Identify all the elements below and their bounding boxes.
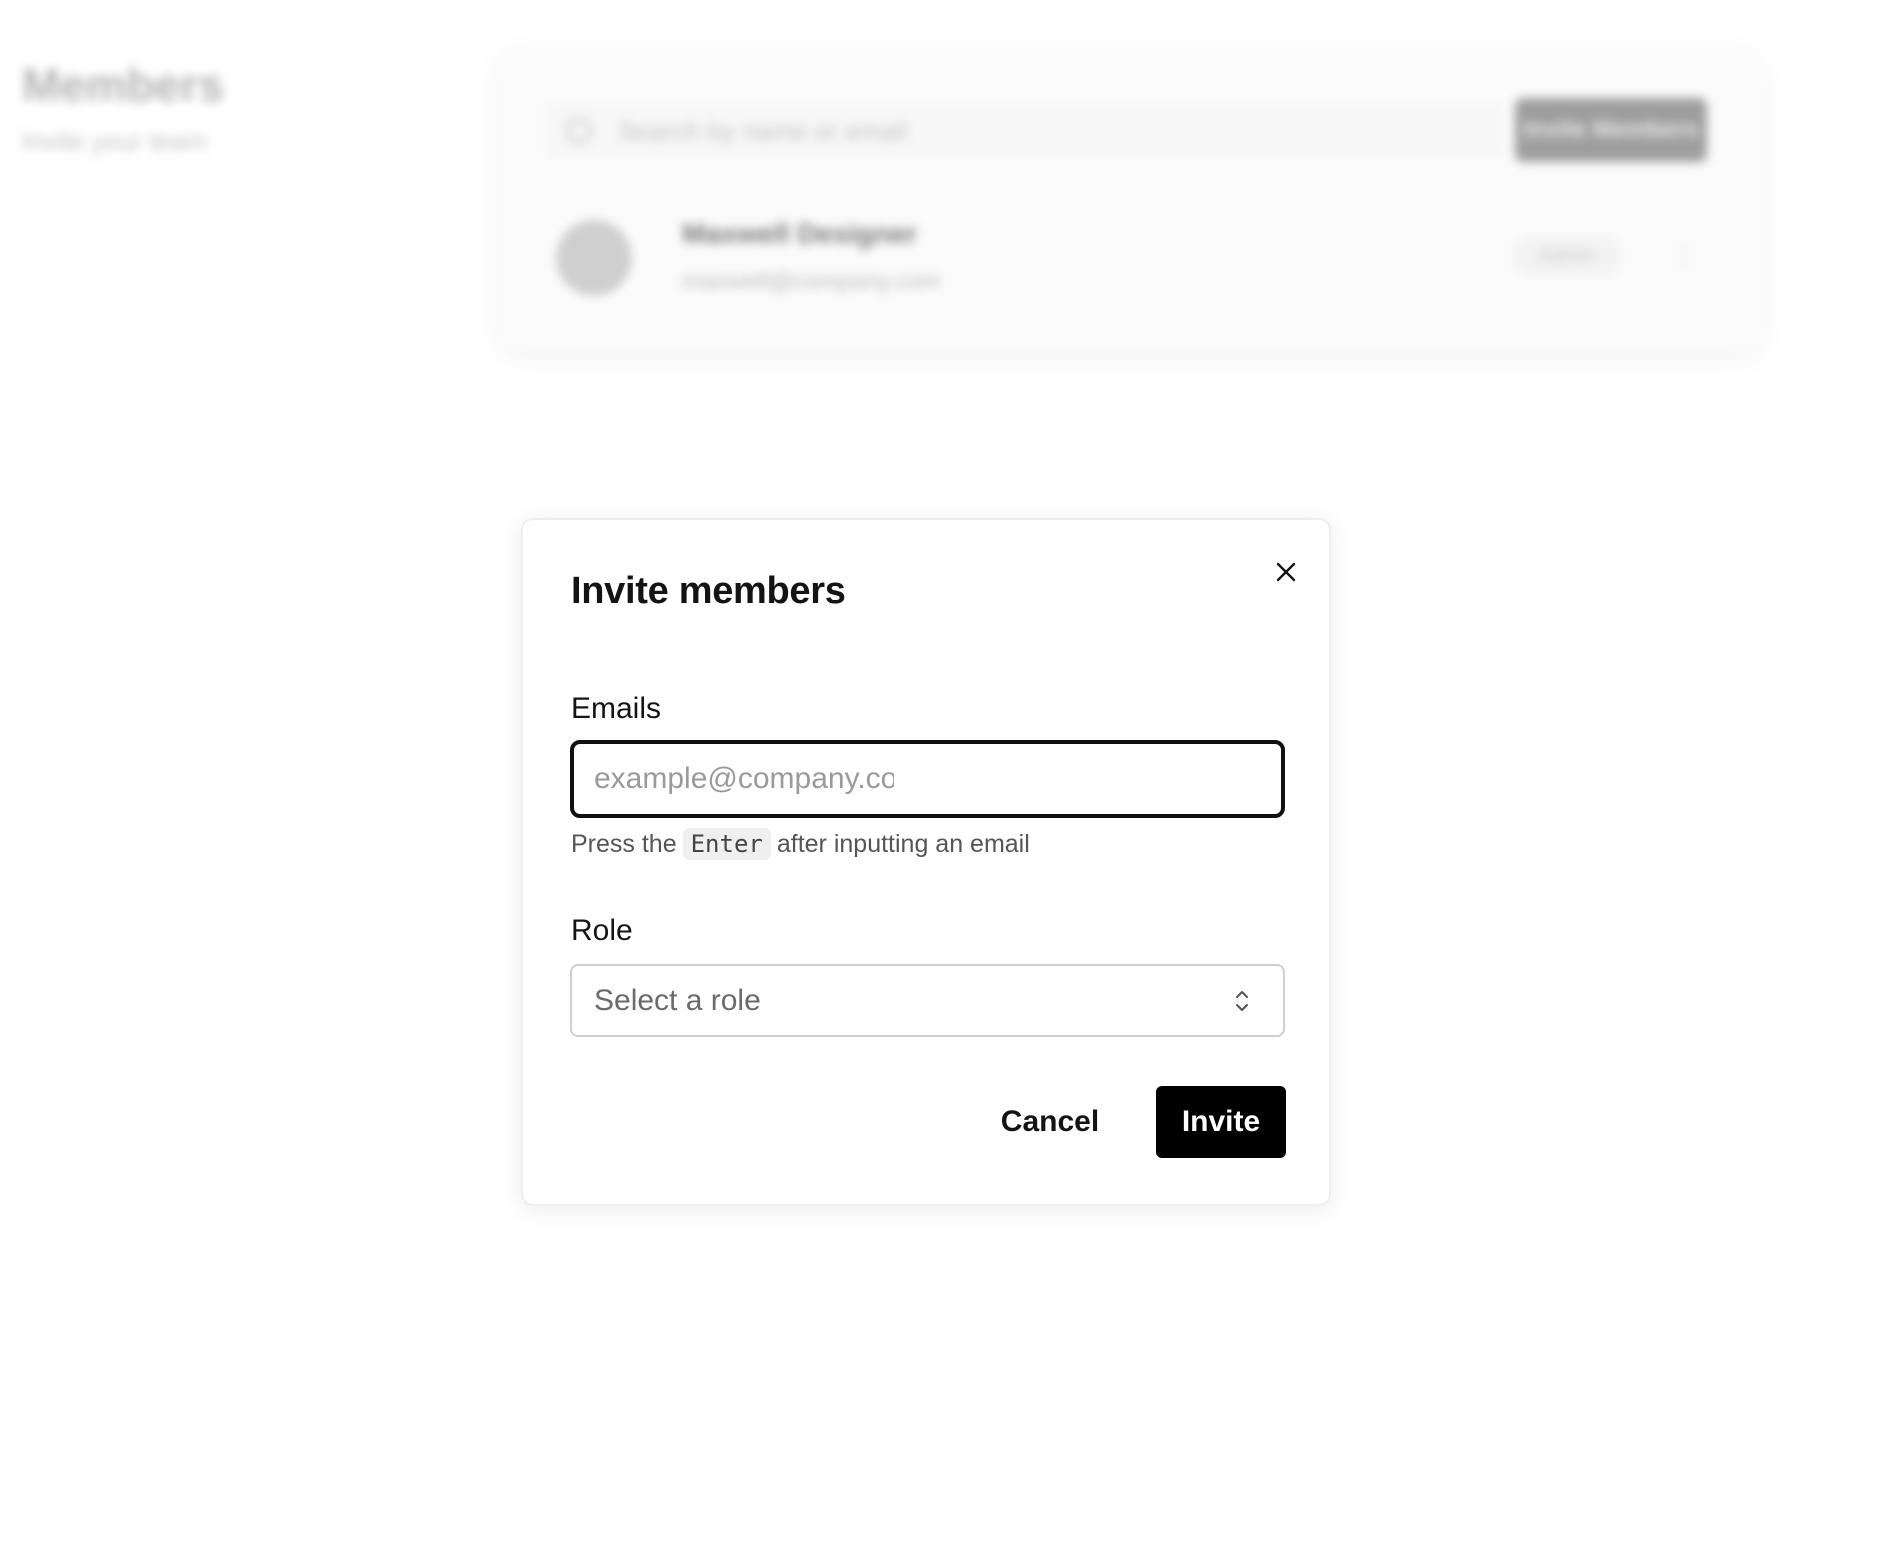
invite-button[interactable]: Invite [1156,1086,1286,1158]
role-label: Role [571,914,633,947]
search-placeholder: Search by name or email [618,116,908,146]
member-name: Maxwell Designer [682,218,917,249]
page-title: Members [22,59,224,111]
role-select-value: Select a role [594,984,761,1017]
email-input[interactable] [594,744,894,814]
email-field[interactable] [570,740,1285,818]
role-select[interactable]: Select a role [570,964,1285,1037]
helper-prefix: Press the [571,829,677,858]
invite-members-dialog: Invite members Emails Press the Enter af… [521,518,1331,1206]
cancel-button[interactable]: Cancel [983,1086,1117,1158]
close-button[interactable] [1266,552,1306,592]
chevron-up-down-icon [1236,991,1248,1011]
more-icon: ⋮ [1672,240,1698,270]
enter-key-hint: Enter [682,828,771,860]
emails-label: Emails [571,692,662,725]
dialog-title: Invite members [571,570,846,612]
helper-suffix: after inputting an email [776,829,1030,858]
page-subtitle: Invite your team [22,126,207,156]
members-card: Search by name or email Invite Members M… [500,50,1760,350]
close-icon [1276,562,1296,582]
members-search-input: Search by name or email [544,102,1504,158]
avatar [556,220,632,296]
email-helper-text: Press the Enter after inputting an email [571,828,1030,860]
member-role-badge: Admin [1512,236,1622,276]
invite-members-button: Invite Members [1515,98,1707,162]
member-email: maxwell@company.com [682,268,941,295]
search-icon [566,118,592,144]
